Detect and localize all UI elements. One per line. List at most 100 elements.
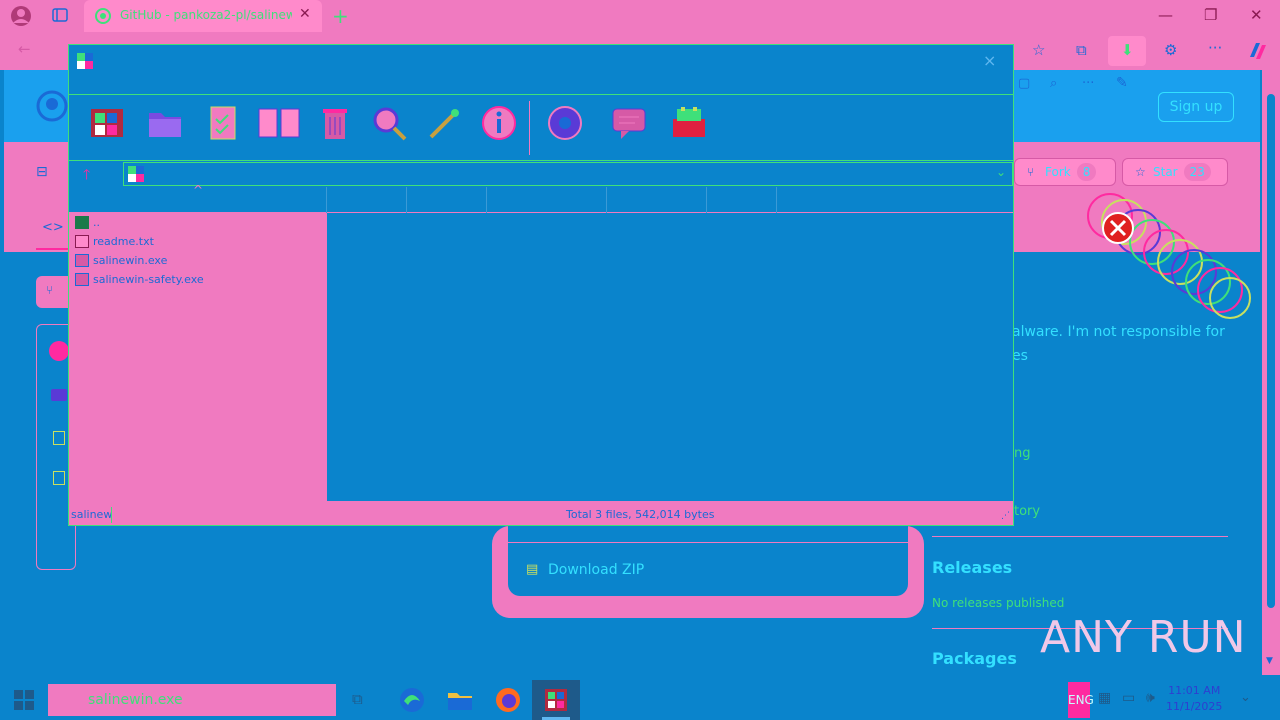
- branch-icon: ⑂: [46, 283, 54, 297]
- taskbar-winrar[interactable]: [532, 680, 580, 720]
- taskbar-search-box[interactable]: salinewin.exe: [48, 684, 336, 716]
- wizard-icon[interactable]: [425, 103, 465, 143]
- fork-count: 8: [1076, 163, 1097, 181]
- find-icon[interactable]: [369, 103, 409, 143]
- status-total: Total 3 files, 542,014 bytes: [566, 508, 715, 521]
- taskbar-search-text: salinewin.exe: [88, 692, 183, 708]
- system-clock[interactable]: 11:01 AM 11/1/2025: [1166, 683, 1222, 715]
- window-close-button[interactable]: ✕: [1250, 6, 1263, 24]
- more-menu-icon[interactable]: ···: [1208, 39, 1222, 57]
- extract-icon[interactable]: [145, 103, 185, 143]
- list-item[interactable]: ..: [75, 213, 100, 232]
- add-icon[interactable]: [87, 103, 127, 143]
- copilot-icon[interactable]: [1246, 39, 1270, 67]
- delete-icon[interactable]: [315, 103, 355, 143]
- list-item[interactable]: readme.txt: [75, 232, 154, 251]
- burst-ring: [1157, 239, 1203, 285]
- profile-avatar-icon[interactable]: [10, 5, 32, 31]
- file-list: .. readme.txt salinewin.exe salinewin-sa…: [69, 213, 327, 501]
- column-header-type[interactable]: [487, 187, 607, 213]
- speaker-icon[interactable]: ▭: [1122, 690, 1135, 706]
- column-header-packed[interactable]: [407, 187, 487, 213]
- language-indicator[interactable]: ENG: [1068, 682, 1094, 718]
- burst-ring: [1171, 249, 1217, 295]
- releases-heading[interactable]: Releases: [932, 558, 1012, 577]
- more-icon[interactable]: ···: [1082, 76, 1094, 91]
- scrollbar-thumb[interactable]: [1267, 94, 1275, 608]
- downloads-button[interactable]: ⬇: [1108, 36, 1146, 66]
- start-windows-icon[interactable]: [14, 690, 34, 713]
- collections-icon[interactable]: ⧉: [1076, 41, 1087, 59]
- code-dropdown-body: ▤ Download ZIP: [508, 526, 908, 596]
- archive-status-bar: salinew Total 3 files, 542,014 bytes ⋰: [69, 505, 1013, 525]
- favorites-star-icon[interactable]: ☆: [1032, 41, 1045, 59]
- taskbar-edge[interactable]: [388, 680, 436, 720]
- view-icon[interactable]: [257, 103, 300, 143]
- burst-ring: [1143, 229, 1189, 275]
- toolbar-separator: [529, 101, 530, 155]
- virus-scan-icon[interactable]: [545, 103, 585, 143]
- archive-title-bar[interactable]: ×: [69, 45, 1013, 95]
- sfx-icon[interactable]: [669, 103, 709, 143]
- archive-close-button[interactable]: ×: [983, 51, 996, 70]
- clock-date: 11/1/2025: [1166, 700, 1223, 713]
- comment-icon[interactable]: [609, 103, 649, 143]
- burst-ring: [1197, 267, 1243, 313]
- divider: [508, 542, 908, 543]
- divider: [932, 536, 1228, 537]
- fork-label: Fork: [1045, 165, 1071, 179]
- window-restore-button[interactable]: ❐: [1204, 6, 1217, 24]
- column-header-modified[interactable]: [607, 187, 707, 213]
- page-scrollbar[interactable]: ▼: [1262, 70, 1280, 675]
- search-icon[interactable]: ⌕: [1050, 76, 1057, 91]
- zip-icon: ▤: [526, 562, 539, 577]
- error-icon-burst: [1087, 193, 1251, 319]
- resize-grip-icon[interactable]: ⋰: [1001, 511, 1010, 521]
- window-minimize-button[interactable]: —: [1158, 6, 1173, 24]
- file-name: salinewin-safety.exe: [93, 273, 204, 286]
- scroll-down-arrow-icon[interactable]: ▼: [1266, 656, 1273, 666]
- folder-icon: [51, 389, 67, 401]
- sidebar-link-tory[interactable]: tory: [1014, 504, 1040, 519]
- taskbar-firefox[interactable]: [484, 680, 532, 720]
- taskbar-file-explorer[interactable]: [436, 680, 484, 720]
- list-item[interactable]: salinewin.exe: [75, 251, 167, 270]
- fork-button[interactable]: ⑂ Fork 8: [1014, 158, 1116, 186]
- chevron-down-icon[interactable]: ⌄: [996, 165, 1006, 179]
- test-icon[interactable]: [203, 103, 243, 143]
- column-header-name[interactable]: ^: [69, 183, 327, 213]
- tab-actions-icon[interactable]: [52, 7, 68, 27]
- new-tab-button[interactable]: +: [332, 4, 349, 28]
- firefox-icon: [496, 688, 520, 712]
- pin-icon[interactable]: ✎: [1116, 75, 1128, 91]
- file-icon: [53, 431, 65, 445]
- fork-icon: ⑂: [1027, 165, 1035, 179]
- sidebar-link-ing[interactable]: ng: [1014, 446, 1031, 461]
- tab-close-icon[interactable]: ✕: [299, 6, 311, 22]
- info-icon[interactable]: [479, 103, 519, 143]
- path-row: 🡑 ⌄: [69, 161, 1013, 187]
- column-header-size[interactable]: [327, 187, 407, 213]
- browser-tab-github[interactable]: GitHub - pankoza2-pl/salinewin ✕: [84, 0, 322, 32]
- column-header-crc[interactable]: [707, 187, 777, 213]
- extensions-icon[interactable]: ⚙: [1164, 41, 1177, 59]
- sign-up-button[interactable]: Sign up: [1158, 92, 1234, 122]
- download-zip-link[interactable]: Download ZIP: [548, 562, 644, 578]
- layout-icon[interactable]: ▢: [1018, 76, 1030, 91]
- up-folder-icon[interactable]: 🡑: [83, 164, 90, 188]
- status-divider: [111, 507, 112, 523]
- code-tab-icon[interactable]: <>: [42, 220, 64, 235]
- packages-heading[interactable]: Packages: [932, 649, 1017, 668]
- network-icon[interactable]: ▦: [1098, 690, 1111, 706]
- folder-icon: [448, 693, 472, 710]
- path-combobox[interactable]: ⌄: [123, 162, 1013, 186]
- star-label: Star: [1153, 165, 1178, 179]
- star-button[interactable]: ☆ Star 23: [1122, 158, 1228, 186]
- back-arrow-icon[interactable]: ←: [18, 40, 31, 58]
- github-logo-icon[interactable]: [36, 90, 68, 125]
- task-view-icon[interactable]: ⧉: [352, 690, 363, 708]
- battery-icon[interactable]: 🕪: [1146, 690, 1155, 706]
- notification-icon[interactable]: ⌄: [1240, 690, 1251, 705]
- list-item[interactable]: salinewin-safety.exe: [75, 270, 204, 289]
- file-details-area: [327, 213, 1013, 501]
